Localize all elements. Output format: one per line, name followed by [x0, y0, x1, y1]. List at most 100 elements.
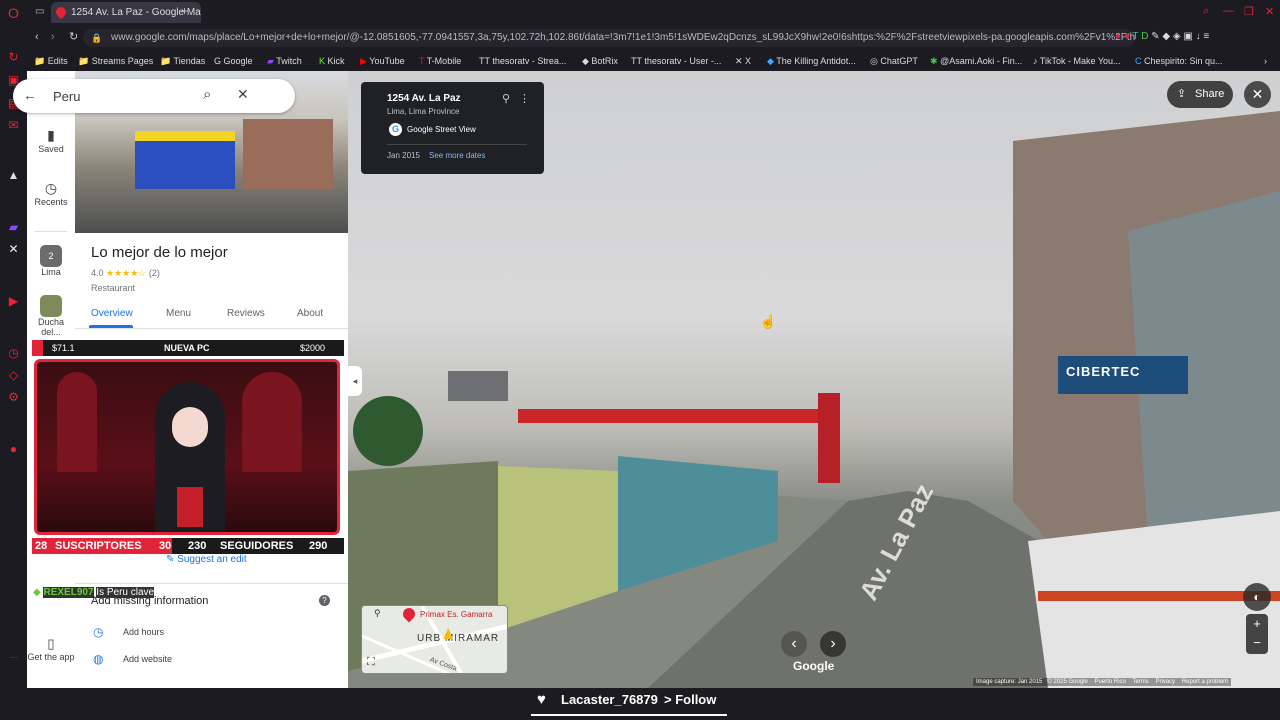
- suggest-edit-link[interactable]: ✎ Suggest an edit: [166, 554, 247, 565]
- pinned-icon[interactable]: ●: [6, 442, 21, 457]
- recents-button[interactable]: ◷ Recents: [27, 180, 75, 207]
- player-icon[interactable]: ▶: [6, 294, 21, 309]
- bookmark-item[interactable]: ▰ Twitch: [267, 54, 302, 68]
- compass-button[interactable]: ◐: [1243, 583, 1271, 611]
- bookmark-item[interactable]: ◆ BotRix: [582, 54, 618, 68]
- tab-active[interactable]: 1254 Av. La Paz - Google Maps: [51, 2, 201, 23]
- search-input[interactable]: Peru: [53, 89, 80, 104]
- history-icon[interactable]: ◷: [6, 346, 21, 361]
- tab-about[interactable]: About: [297, 308, 323, 319]
- bookmark-item[interactable]: K Kick: [319, 54, 345, 68]
- recent-place-ducha[interactable]: Ducha del...: [27, 295, 75, 337]
- bookmark-item[interactable]: ✱ @Asami.Aoki - Fin...: [930, 54, 1022, 68]
- ext-puzzle-icon[interactable]: ◈: [1173, 31, 1181, 42]
- tab-overview[interactable]: Overview: [91, 308, 133, 319]
- history-icon: ◷: [44, 180, 58, 196]
- share-button[interactable]: ⇪ Share: [1167, 81, 1233, 108]
- close-streetview-button[interactable]: ✕: [1244, 81, 1271, 108]
- profile-avatar-icon[interactable]: ▣: [1183, 31, 1192, 42]
- bookmark-item[interactable]: ▶ YouTube: [360, 54, 405, 68]
- back-arrow-icon[interactable]: ←: [23, 87, 37, 103]
- url-field[interactable]: 🔒 www.google.com/maps/place/Lo+mejor+de+…: [83, 29, 1135, 47]
- ext-d-icon[interactable]: D: [1141, 31, 1148, 42]
- aria-icon[interactable]: ▲: [6, 168, 21, 183]
- next-arrow-button[interactable]: ›: [820, 631, 846, 657]
- bookmark-item[interactable]: G Google: [214, 54, 253, 68]
- reload-icon[interactable]: ↻: [69, 30, 78, 43]
- bookmark-item[interactable]: ◎ ChatGPT: [870, 54, 918, 68]
- tab-reviews[interactable]: Reviews: [227, 308, 265, 319]
- add-hours-link[interactable]: Add hours: [123, 627, 164, 637]
- ext-tt-icon[interactable]: T: [1132, 31, 1138, 42]
- footer-report[interactable]: Report a problem: [1182, 679, 1228, 685]
- place-category[interactable]: Restaurant: [91, 283, 135, 293]
- ext-pen-icon[interactable]: ✎: [1151, 31, 1159, 42]
- get-app-label: Get the app: [27, 652, 75, 662]
- ext-pin-icon[interactable]: ●: [1115, 31, 1121, 42]
- download-icon[interactable]: ↓: [1196, 31, 1201, 42]
- bookmark-icon: ▮: [47, 127, 55, 143]
- bookmark-item[interactable]: 📁 Edits: [34, 54, 68, 68]
- get-app-button[interactable]: ▯ Get the app: [27, 636, 75, 662]
- gas-station-canopy: [518, 409, 838, 423]
- minimap-layers-icon[interactable]: ⚲: [374, 608, 381, 619]
- messages-icon[interactable]: ✉: [6, 118, 21, 133]
- help-icon[interactable]: ?: [319, 595, 330, 606]
- collapse-panel-button[interactable]: ◂: [348, 366, 362, 396]
- bookmark-item[interactable]: 📁 Streams Pages: [78, 54, 153, 68]
- twitch-icon[interactable]: ▰: [6, 220, 21, 235]
- ext-gem-icon[interactable]: ◆: [1162, 31, 1170, 42]
- footer-region[interactable]: Puerto Rico: [1095, 679, 1126, 685]
- more-icon[interactable]: ⋯: [6, 650, 21, 665]
- forward-icon[interactable]: ›: [51, 31, 55, 43]
- ext-red-icon[interactable]: ●: [1124, 31, 1130, 42]
- location-pin-icon[interactable]: ⚲: [502, 92, 510, 105]
- add-website-link[interactable]: Add website: [123, 654, 172, 664]
- tab-menu-icon[interactable]: ▭: [35, 6, 44, 17]
- tab-menu[interactable]: Menu: [166, 308, 191, 319]
- settings-icon[interactable]: ⚙: [6, 390, 21, 405]
- section-divider: [75, 583, 348, 584]
- review-count[interactable]: (2): [149, 268, 160, 278]
- speed-dial-icon[interactable]: ↻: [6, 50, 21, 65]
- bookmark-item[interactable]: 📁 Tiendas: [160, 54, 205, 68]
- new-tab-icon[interactable]: +: [181, 4, 188, 18]
- minimize-icon[interactable]: —: [1223, 5, 1234, 17]
- footer-terms[interactable]: Terms: [1132, 679, 1148, 685]
- see-more-dates-link[interactable]: See more dates: [429, 151, 485, 160]
- search-icon[interactable]: ⌕: [203, 86, 211, 103]
- zoom-out-button[interactable]: −: [1246, 634, 1268, 654]
- zoom-in-button[interactable]: +: [1246, 614, 1268, 634]
- bookmark-item[interactable]: ◆ The Killing Antidot...: [767, 54, 856, 68]
- bookmark-item[interactable]: T T-Mobile: [419, 54, 461, 68]
- footer-privacy[interactable]: Privacy: [1155, 679, 1175, 685]
- saved-button[interactable]: ▮ Saved: [27, 127, 75, 154]
- recent-place-lima[interactable]: 2 Lima: [27, 245, 75, 277]
- extensions-icon[interactable]: ◇: [6, 368, 21, 383]
- bookmark-item[interactable]: C Chespirito: Sin qu...: [1135, 54, 1223, 68]
- bookmark-item[interactable]: TT thesoratv - Strea...: [479, 54, 566, 68]
- more-options-icon[interactable]: ⋮: [519, 92, 530, 105]
- subs-goal: 30: [159, 540, 172, 552]
- menu-icon[interactable]: ≡: [1203, 31, 1209, 42]
- maximize-icon[interactable]: ❐: [1244, 5, 1254, 18]
- close-window-icon[interactable]: ✕: [1265, 5, 1274, 18]
- bookmarks-overflow-icon[interactable]: ›: [1264, 54, 1267, 68]
- bookmark-item[interactable]: ♪ TikTok - Make You...: [1033, 54, 1121, 68]
- prev-arrow-button[interactable]: ‹: [781, 631, 807, 657]
- search-tabs-icon[interactable]: ⌕: [1203, 5, 1209, 18]
- bookmark-item[interactable]: ✕ X: [735, 54, 751, 68]
- recents-label: Recents: [34, 197, 68, 207]
- search-box[interactable]: ← Peru ⌕ ✕: [13, 79, 295, 113]
- minimap-expand-icon[interactable]: ⛶: [367, 656, 375, 669]
- follows-goal: 290: [309, 540, 328, 552]
- clock-icon: ◷: [93, 625, 104, 639]
- bookmark-item[interactable]: TT thesoratv - User -...: [631, 54, 721, 68]
- footer-copyright: © 2025 Google: [1047, 679, 1088, 685]
- back-icon[interactable]: ‹: [35, 31, 39, 43]
- opera-logo-icon[interactable]: O: [6, 6, 21, 21]
- mini-map[interactable]: Primax Es. Gamarra URB MIRAMAR Av Costa …: [361, 605, 508, 674]
- place-name: Lo mejor de lo mejor: [91, 244, 228, 261]
- x-icon[interactable]: ✕: [6, 242, 21, 257]
- clear-search-icon[interactable]: ✕: [237, 86, 249, 103]
